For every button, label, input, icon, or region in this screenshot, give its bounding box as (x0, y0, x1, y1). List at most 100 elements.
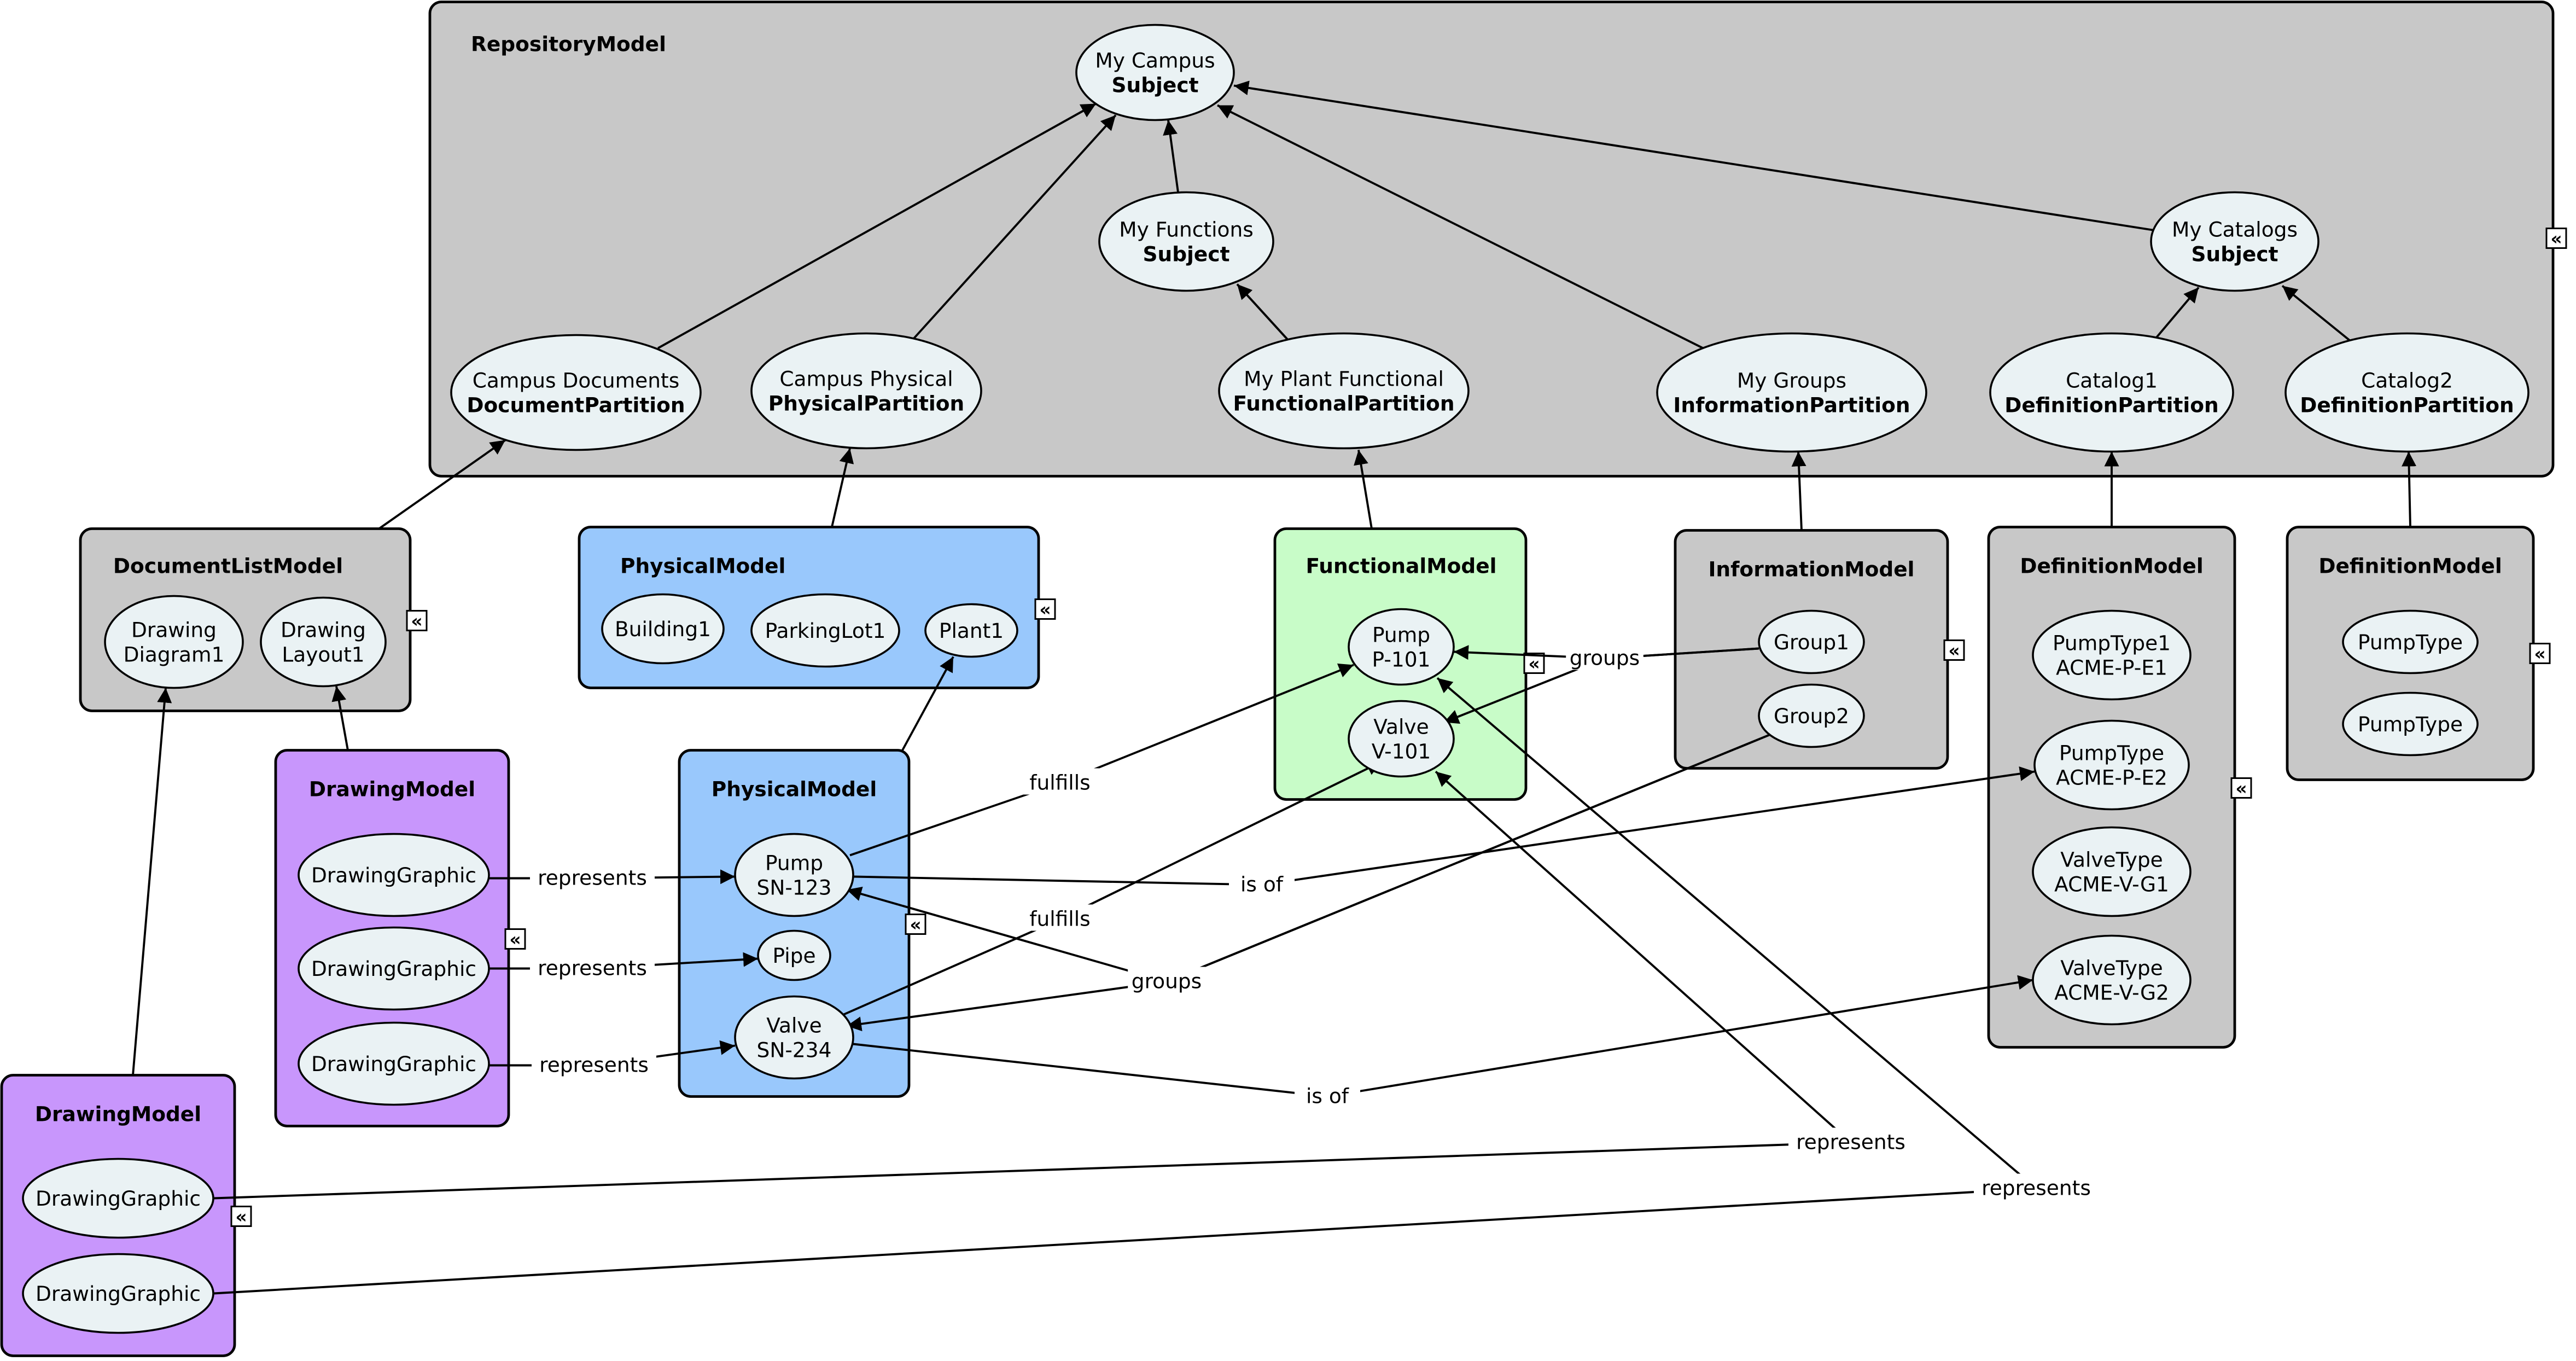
svg-text:groups: groups (1132, 969, 1202, 993)
node-name-label: PumpType1 (2053, 631, 2171, 655)
node-layout1[interactable]: DrawingLayout1 (260, 596, 387, 688)
node-catalogs[interactable]: My CatalogsSubject (2150, 191, 2319, 292)
node-dg3[interactable]: DrawingGraphic (298, 1021, 490, 1106)
node-name-label: Group1 (1774, 630, 1849, 654)
edge-line-segment (853, 1043, 1328, 1098)
node-type-label: DocumentPartition (467, 393, 685, 417)
collapse-icon[interactable]: « (905, 914, 926, 935)
node-ptA[interactable]: PumpType (2342, 609, 2479, 674)
node-dg2[interactable]: DrawingGraphic (298, 926, 490, 1011)
node-name-label: ACME-P-E2 (2056, 766, 2167, 790)
node-cat1[interactable]: Catalog1DefinitionPartition (1989, 332, 2234, 453)
svg-text:groups: groups (1570, 646, 1640, 670)
node-name-label: My Functions (1119, 218, 1254, 242)
collapse-icon[interactable]: « (2230, 777, 2252, 799)
node-dg1[interactable]: DrawingGraphic (298, 833, 490, 917)
svg-text:«: « (1948, 640, 1960, 661)
node-diagram1[interactable]: DrawingDiagram1 (104, 595, 244, 689)
node-group2[interactable]: Group2 (1758, 683, 1865, 748)
node-type-label: Subject (1112, 73, 1199, 97)
node-dg4[interactable]: DrawingGraphic (22, 1158, 214, 1239)
collapse-icon[interactable]: « (1034, 598, 1056, 620)
node-vt1[interactable]: ValveTypeACME-V-G1 (2032, 826, 2192, 917)
svg-text:«: « (411, 610, 422, 632)
node-infopart[interactable]: My GroupsInformationPartition (1656, 332, 1927, 453)
edge-label: represents (1974, 1173, 2099, 1200)
svg-text:«: « (509, 929, 521, 950)
svg-text:«: « (910, 914, 921, 935)
node-sn123[interactable]: PumpSN-123 (734, 833, 854, 917)
node-name-label: Pump (1372, 623, 1430, 647)
node-plant1[interactable]: Plant1 (924, 603, 1018, 658)
node-physpart[interactable]: Campus PhysicalPhysicalPartition (750, 332, 982, 450)
edge-arrow (1435, 771, 1852, 1143)
node-name-label: My Plant Functional (1244, 367, 1444, 391)
svg-text:«: « (2534, 643, 2545, 665)
node-building1[interactable]: Building1 (601, 593, 725, 665)
node-name-label: ValveType (2060, 848, 2163, 872)
collapse-icon[interactable]: « (1943, 639, 1965, 661)
node-name-label: SN-234 (757, 1038, 832, 1062)
node-name-label: ACME-V-G1 (2054, 873, 2169, 897)
edge-label: fulfills (1009, 904, 1111, 931)
edge-label: represents (532, 1050, 656, 1077)
container-title: InformationModel (1708, 557, 1914, 581)
node-name-label: Campus Documents (473, 369, 680, 393)
node-name-label: Layout1 (282, 643, 364, 667)
node-vt2[interactable]: ValveTypeACME-V-G2 (2032, 934, 2192, 1026)
node-type-label: DefinitionPartition (2004, 393, 2218, 417)
container-title: RepositoryModel (471, 32, 666, 56)
collapse-icon[interactable]: « (230, 1206, 252, 1228)
node-pipe[interactable]: Pipe (757, 929, 831, 981)
node-dg5[interactable]: DrawingGraphic (22, 1253, 214, 1334)
edge-label: represents (530, 953, 655, 980)
container-title: DefinitionModel (2020, 554, 2203, 578)
svg-text:represents: represents (1981, 1176, 2091, 1200)
node-p101[interactable]: PumpP-101 (1348, 608, 1455, 686)
container-title: PhysicalModel (712, 777, 877, 801)
svg-text:is of: is of (1240, 873, 1284, 897)
node-type-label: Subject (2192, 242, 2278, 266)
node-name-label: Plant1 (939, 619, 1004, 643)
node-name-label: My Groups (1737, 369, 1846, 393)
edge-label: is of (1295, 1081, 1360, 1108)
edge-sn234-to-vt2[interactable] (853, 975, 2033, 1098)
node-docpart[interactable]: Campus DocumentsDocumentPartition (450, 334, 702, 451)
node-name-label: Campus Physical (779, 367, 953, 391)
node-funcpart[interactable]: My Plant FunctionalFunctionalPartition (1218, 332, 1470, 450)
node-ptB[interactable]: PumpType (2342, 691, 2479, 757)
node-functions[interactable]: My FunctionsSubject (1098, 191, 1274, 292)
node-name-label: ValveType (2060, 956, 2163, 980)
node-name-label: Catalog2 (2361, 369, 2453, 393)
node-campus[interactable]: My CampusSubject (1075, 24, 1235, 121)
collapse-icon[interactable]: « (504, 928, 526, 950)
collapse-icon[interactable]: « (406, 610, 428, 632)
svg-text:fulfills: fulfills (1029, 907, 1090, 931)
collapse-icon[interactable]: « (2529, 643, 2551, 665)
svg-text:represents: represents (538, 866, 647, 890)
node-name-label: Group2 (1774, 704, 1849, 728)
svg-text:fulfills: fulfills (1029, 771, 1090, 795)
svg-text:is of: is of (1306, 1084, 1349, 1108)
node-name-label: DrawingGraphic (36, 1282, 201, 1306)
node-name-label: Catalog1 (2066, 369, 2158, 393)
node-type-label: InformationPartition (1673, 393, 1910, 417)
node-sn234[interactable]: ValveSN-234 (734, 995, 854, 1080)
edge-draw2-to-diagram1[interactable] (132, 688, 172, 1075)
edge-label: fulfills (1009, 768, 1111, 795)
edge-arrow (132, 688, 172, 1075)
node-name-label: PumpType (2358, 712, 2463, 736)
svg-text:represents: represents (539, 1053, 649, 1077)
node-v101[interactable]: ValveV-101 (1348, 700, 1455, 778)
node-group1[interactable]: Group1 (1758, 609, 1865, 674)
svg-text:«: « (2550, 228, 2562, 249)
node-name-label: DrawingGraphic (311, 1052, 476, 1076)
node-pt1[interactable]: PumpType1ACME-P-E1 (2032, 609, 2192, 701)
node-pt2[interactable]: PumpTypeACME-P-E2 (2033, 719, 2190, 811)
svg-text:«: « (2235, 778, 2247, 799)
node-cat2[interactable]: Catalog2DefinitionPartition (2284, 332, 2530, 453)
node-name-label: PumpType (2358, 630, 2463, 654)
collapse-icon[interactable]: « (2545, 228, 2567, 249)
node-parkinglot1[interactable]: ParkingLot1 (750, 593, 900, 668)
edge-label: represents (1788, 1127, 1913, 1154)
